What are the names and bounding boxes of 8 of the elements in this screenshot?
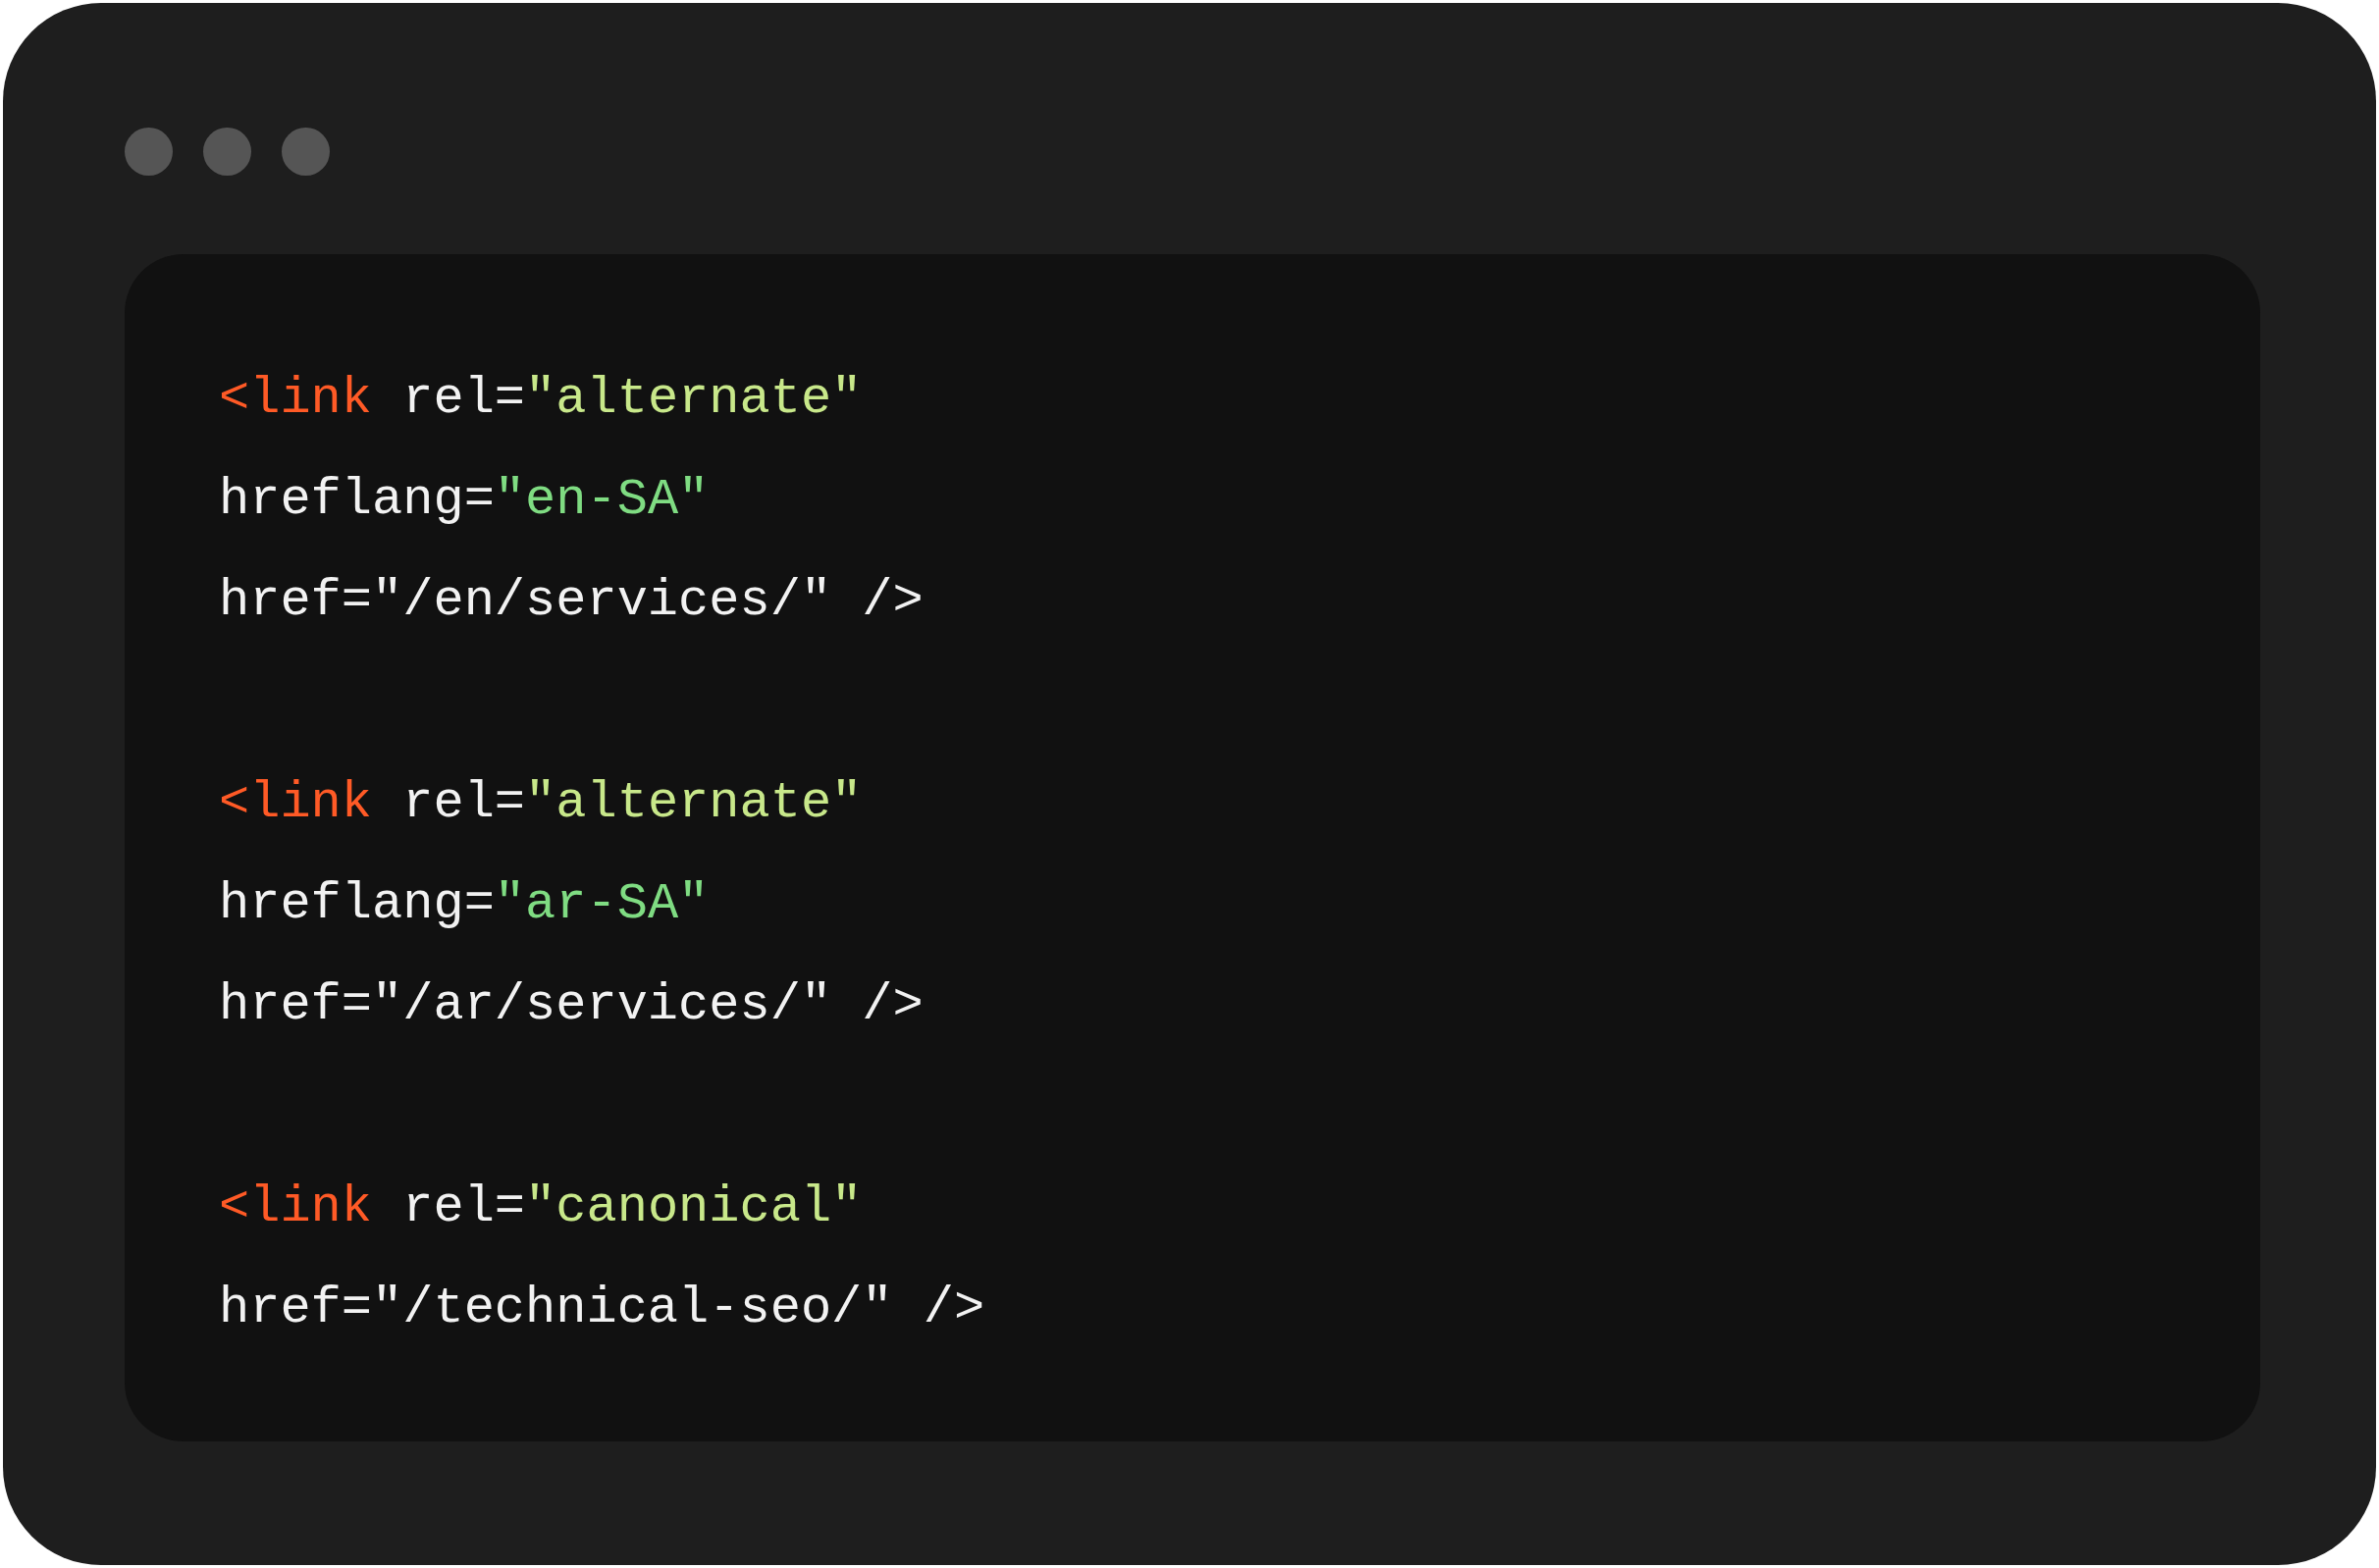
code-line: href="/ar/services/" /> <box>219 975 925 1036</box>
code-line: <link rel="alternate" <box>219 773 864 834</box>
code-line: href="/technical-seo/" /> <box>219 1279 986 1339</box>
code-line: hreflang="en-SA" <box>219 470 711 531</box>
code-line: hreflang="ar-SA" <box>219 874 711 935</box>
code-line: href="/en/services/" /> <box>219 571 925 632</box>
code-line: <link rel="alternate" <box>219 369 864 430</box>
code-line: <link rel="canonical" <box>219 1177 864 1238</box>
